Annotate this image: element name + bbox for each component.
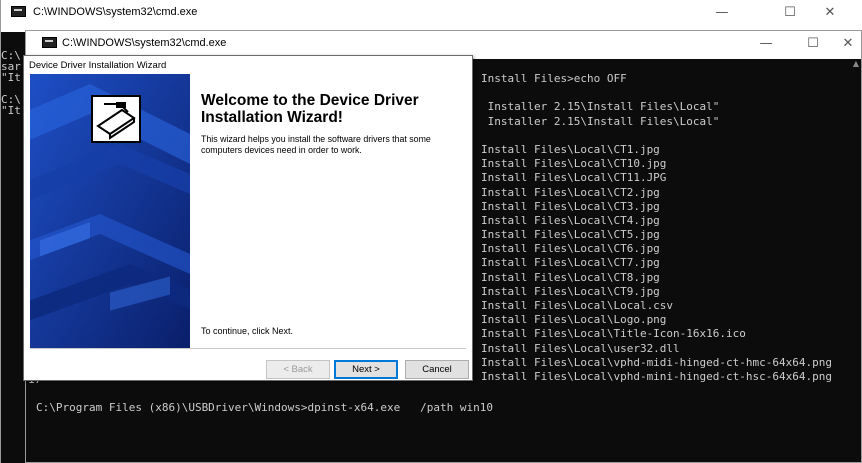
button-separator xyxy=(30,348,466,349)
console-scrollbar[interactable]: ▲ xyxy=(847,59,861,462)
console-line: Install Files\Local\CT11.JPG xyxy=(481,171,667,185)
minimize-button[interactable]: — xyxy=(705,0,739,26)
circuit-board-graphic xyxy=(30,74,190,348)
close-button[interactable]: ✕ xyxy=(813,0,847,26)
console-fragment: "It xyxy=(1,71,21,84)
back-window-title: C:\WINDOWS\system32\cmd.exe xyxy=(33,6,198,18)
continue-instruction: To continue, click Next. xyxy=(201,326,294,336)
wizard-description: This wizard helps you install the softwa… xyxy=(201,134,431,155)
console-line: Install Files\Local\CT6.jpg xyxy=(481,242,660,256)
console-line: Install Files>echo OFF xyxy=(481,72,627,85)
console-fragment: "It xyxy=(1,104,21,116)
next-button[interactable]: Next > xyxy=(334,360,398,379)
back-button[interactable]: < Back xyxy=(266,360,330,379)
console-line: Install Files\Local\vphd-midi-hinged-ct-… xyxy=(481,355,832,369)
wizard-banner-image xyxy=(30,74,190,348)
console-line: Install Files\Local\Local.csv xyxy=(481,299,674,312)
installation-wizard-dialog[interactable]: Device Driver Installation Wizard Welcom… xyxy=(23,55,473,381)
console-line: Install Files\Local\CT5.jpg xyxy=(481,228,660,242)
console-line: Install Files\Local\CT2.jpg xyxy=(481,185,660,199)
console-line: Install Files\Local\CT4.jpg xyxy=(481,213,660,227)
console-line: Installer 2.15\Install Files\Local" xyxy=(481,114,720,128)
console-line: Install Files\Local\Logo.png xyxy=(481,313,667,327)
close-button[interactable]: ✕ xyxy=(831,31,862,57)
front-window-title: C:\WINDOWS\system32\cmd.exe xyxy=(62,37,227,49)
back-title-bar[interactable]: C:\WINDOWS\system32\cmd.exe — ☐ ✕ xyxy=(1,0,862,32)
maximize-button[interactable]: ☐ xyxy=(796,31,830,57)
wizard-title: Device Driver Installation Wizard xyxy=(29,60,167,71)
console-line: Install Files\Local\user32.dll xyxy=(481,341,680,355)
console-line: Install Files\Local\CT1.jpg xyxy=(481,142,660,156)
maximize-button[interactable]: ☐ xyxy=(773,0,807,26)
console-file-list: Install Files>echo OFF Installer 2.15\In… xyxy=(481,72,832,384)
console-line: Install Files\Local\vphd-mini-hinged-ct-… xyxy=(481,369,832,383)
console-line: Install Files\Local\CT8.jpg xyxy=(481,270,660,284)
cmd-icon xyxy=(42,37,57,48)
cmd-icon xyxy=(11,6,26,17)
back-console-fragments: C:\ sar "It C:\ "It xyxy=(1,50,25,116)
minimize-button[interactable]: — xyxy=(749,31,783,57)
console-line: Installer 2.15\Install Files\Local" xyxy=(481,100,720,114)
scroll-up-arrow-icon[interactable]: ▲ xyxy=(853,59,859,68)
console-line: Install Files\Local\CT10.jpg xyxy=(481,157,667,171)
console-line: Install Files\Local\CT3.jpg xyxy=(481,199,660,213)
console-line: Install Files\Local\CT9.jpg xyxy=(481,284,660,298)
console-command-line: C:\Program Files (x86)\USBDriver\Windows… xyxy=(36,401,493,414)
console-line: Install Files\Local\Title-Icon-16x16.ico xyxy=(481,327,746,341)
wizard-heading: Welcome to the Device Driver Installatio… xyxy=(201,92,419,126)
cancel-button[interactable]: Cancel xyxy=(405,360,469,379)
console-line: Install Files\Local\CT7.jpg xyxy=(481,256,660,270)
